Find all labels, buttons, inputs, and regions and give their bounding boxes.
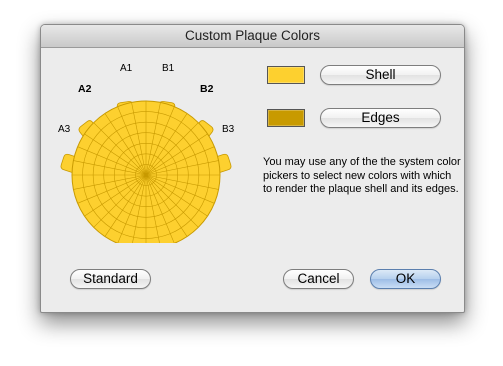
shell-button[interactable]: Shell xyxy=(320,65,441,85)
ok-button[interactable]: OK xyxy=(370,269,441,289)
dialog-title: Custom Plaque Colors xyxy=(184,28,321,43)
instructions-text: You may use any of the the system color … xyxy=(263,156,461,195)
cancel-button[interactable]: Cancel xyxy=(283,269,354,289)
edges-color-swatch[interactable] xyxy=(267,109,305,127)
port-label-a1: A1 xyxy=(120,63,133,74)
title-bar[interactable]: Custom Plaque Colors xyxy=(41,25,464,48)
edges-button[interactable]: Edges xyxy=(320,108,441,128)
plaque-preview: A1 B1 A2 B2 A3 B3 xyxy=(56,63,236,243)
port-label-a2: A2 xyxy=(78,83,92,95)
port-label-b2: B2 xyxy=(200,83,214,95)
port-label-b1: B1 xyxy=(162,63,175,74)
port-label-b3: B3 xyxy=(222,124,235,135)
shell-color-swatch[interactable] xyxy=(267,66,305,84)
port-label-a3: A3 xyxy=(58,124,71,135)
standard-button[interactable]: Standard xyxy=(70,269,151,289)
custom-plaque-colors-dialog: Custom Plaque Colors A1 B1 A2 B2 A3 B3 S… xyxy=(40,24,465,313)
